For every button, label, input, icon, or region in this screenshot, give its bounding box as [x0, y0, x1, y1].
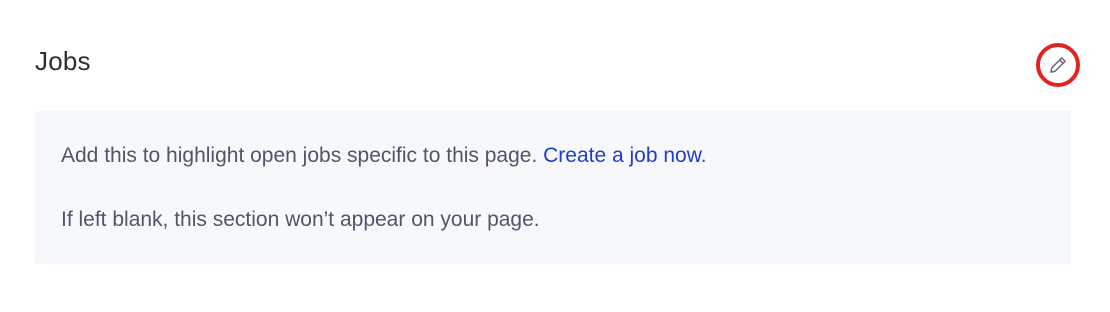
info-period: . [700, 144, 707, 167]
info-text: Add this to highlight open jobs specific… [61, 144, 544, 167]
edit-button[interactable] [1036, 43, 1080, 87]
info-line-highlight: Add this to highlight open jobs specific… [61, 144, 707, 168]
pencil-icon [1048, 55, 1068, 75]
section-title: Jobs [35, 46, 91, 76]
info-line-blank-note: If left blank, this section won’t appear… [61, 208, 540, 231]
jobs-section: Jobs Add this to highlight open jobs spe… [0, 0, 1110, 312]
create-job-link[interactable]: Create a job now [543, 144, 701, 167]
section-header: Jobs [35, 40, 1080, 90]
empty-state-box: Add this to highlight open jobs specific… [35, 111, 1071, 264]
